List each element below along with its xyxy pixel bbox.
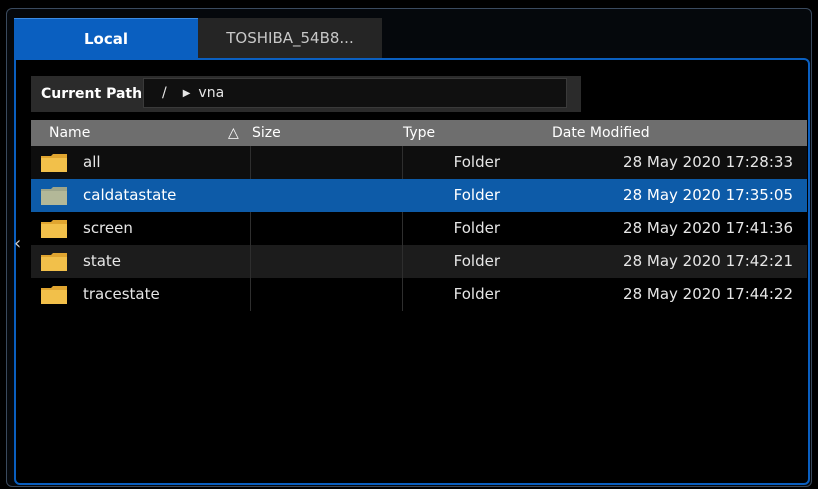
column-divider [250, 245, 251, 278]
column-divider [250, 278, 251, 311]
file-name: caldatastate [83, 186, 177, 204]
tab-local[interactable]: Local [14, 18, 198, 58]
file-type: Folder [453, 285, 500, 303]
file-row[interactable]: state Folder 28 May 2020 17:42:21 [31, 245, 807, 278]
file-name: state [83, 252, 121, 270]
file-list: all Folder 28 May 2020 17:28:33 caldatas… [31, 146, 807, 311]
path-field[interactable]: / ▶ vna [143, 78, 567, 108]
sort-ascending-icon[interactable]: △ [228, 120, 239, 146]
column-size-header[interactable]: Size [252, 120, 281, 146]
file-type: Folder [453, 186, 500, 204]
folder-icon [41, 187, 67, 205]
path-root-segment[interactable]: / [144, 85, 183, 101]
file-date: 28 May 2020 17:41:36 [623, 219, 793, 237]
file-type: Folder [453, 153, 500, 171]
chevron-left-icon[interactable]: ‹ [14, 233, 21, 254]
path-bar: Current Path : / ▶ vna [31, 76, 581, 112]
file-row[interactable]: screen Folder 28 May 2020 17:41:36 [31, 212, 807, 245]
file-type: Folder [453, 252, 500, 270]
file-date: 28 May 2020 17:28:33 [623, 153, 793, 171]
column-type-header[interactable]: Type [403, 120, 435, 146]
file-name: screen [83, 219, 133, 237]
tab-bar: Local TOSHIBA_54B8... [14, 18, 382, 58]
path-folder-segment[interactable]: vna [198, 85, 224, 101]
file-row[interactable]: tracestate Folder 28 May 2020 17:44:22 [31, 278, 807, 311]
column-header: Name △ Size Type Date Modified [31, 120, 807, 146]
folder-icon [41, 286, 67, 304]
file-row-selected[interactable]: caldatastate Folder 28 May 2020 17:35:05 [31, 179, 807, 212]
folder-icon [41, 220, 67, 238]
file-date: 28 May 2020 17:35:05 [623, 186, 793, 204]
path-separator-icon: ▶ [182, 87, 191, 99]
file-type: Folder [453, 219, 500, 237]
folder-icon [41, 154, 67, 172]
column-date-header[interactable]: Date Modified [552, 120, 650, 146]
file-panel: Current Path : / ▶ vna Name △ Size Type … [14, 58, 810, 485]
column-name-header[interactable]: Name [49, 120, 90, 146]
file-name: all [83, 153, 101, 171]
column-divider [250, 212, 251, 245]
path-label: Current Path : [41, 86, 153, 102]
file-date: 28 May 2020 17:42:21 [623, 252, 793, 270]
file-row[interactable]: all Folder 28 May 2020 17:28:33 [31, 146, 807, 179]
file-name: tracestate [83, 285, 160, 303]
folder-icon [41, 253, 67, 271]
tab-usb-drive[interactable]: TOSHIBA_54B8... [198, 18, 382, 58]
column-divider [250, 146, 251, 179]
file-date: 28 May 2020 17:44:22 [623, 285, 793, 303]
